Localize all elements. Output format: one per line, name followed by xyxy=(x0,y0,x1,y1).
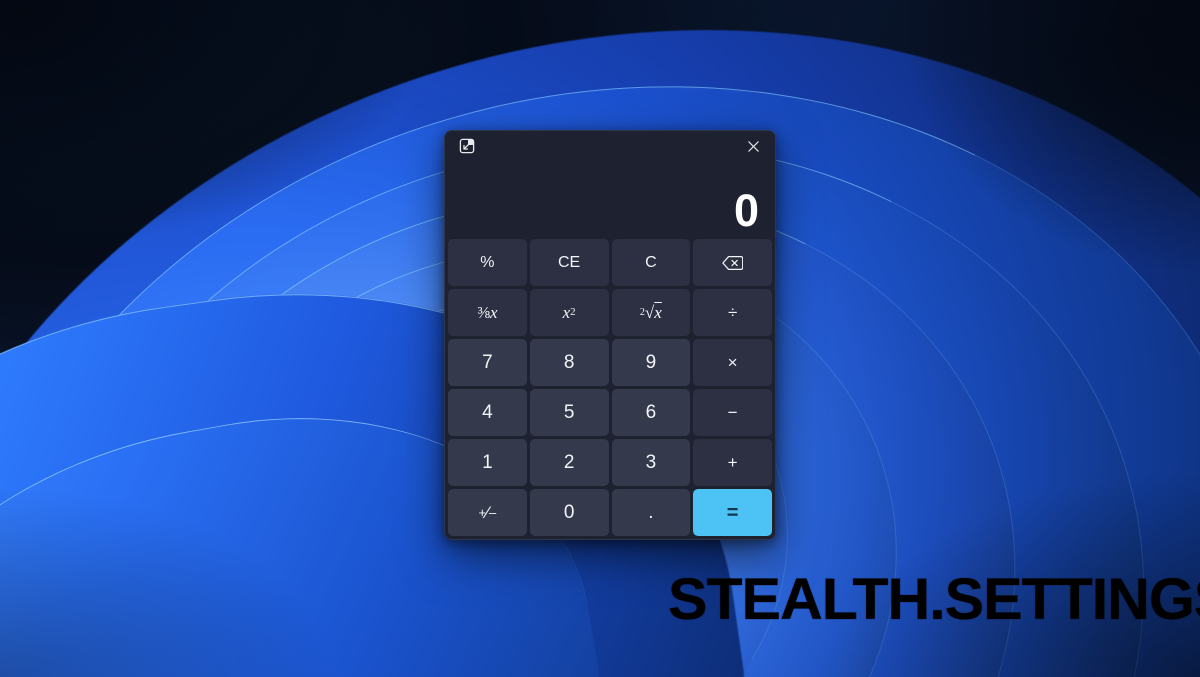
key-one[interactable]: 1 xyxy=(448,439,527,486)
key-four[interactable]: 4 xyxy=(448,389,527,436)
calculator-keypad[interactable]: % CE C ⅜x x2 2 √ x ÷ 7 8 9 × 4 5 6 − 1 2… xyxy=(445,239,775,539)
backspace-icon[interactable] xyxy=(693,239,772,286)
key-sqrt-radical: √ xyxy=(644,303,655,322)
key-square-label: x xyxy=(562,303,571,322)
key-negate[interactable]: + ⁄ – xyxy=(448,489,527,536)
watermark-text: STEALTH.SETTINGS xyxy=(668,567,1200,632)
display-value: 0 xyxy=(733,185,759,236)
key-divide[interactable]: ÷ xyxy=(693,289,772,336)
key-equals[interactable]: = xyxy=(693,489,772,536)
keep-on-top-icon[interactable] xyxy=(453,134,481,158)
key-six[interactable]: 6 xyxy=(611,389,691,436)
key-negate-plus: + xyxy=(478,505,487,520)
key-negate-minus: – xyxy=(488,505,497,520)
key-clear-entry[interactable]: CE xyxy=(529,239,609,286)
key-sqrt-x: x xyxy=(654,303,662,322)
key-clear[interactable]: C xyxy=(611,239,691,286)
key-zero[interactable]: 0 xyxy=(529,489,609,536)
calculator-display: 0 xyxy=(445,161,775,239)
calculator-window[interactable]: 0 % CE C ⅜x x2 2 √ x ÷ 7 8 9 × 4 5 6 − 1… xyxy=(444,130,776,540)
key-reciprocal-x: x xyxy=(489,303,498,322)
calculator-titlebar[interactable] xyxy=(445,131,775,161)
key-reciprocal[interactable]: ⅜x xyxy=(448,289,527,336)
desktop: STEALTH.SETTINGS 0 % CE C ⅜ x x 2 2 √ x … xyxy=(0,0,1200,677)
key-decimal[interactable]: . xyxy=(611,489,691,536)
key-two[interactable]: 2 xyxy=(529,439,609,486)
key-square-exponent: 2 xyxy=(570,306,576,318)
key-square[interactable]: x2 xyxy=(529,289,609,336)
key-reciprocal-label: ⅜ xyxy=(477,303,490,322)
close-icon[interactable] xyxy=(731,131,775,161)
key-add[interactable]: + xyxy=(693,439,772,486)
key-multiply[interactable]: × xyxy=(693,339,772,386)
key-five[interactable]: 5 xyxy=(529,389,609,436)
key-three[interactable]: 3 xyxy=(611,439,691,486)
key-subtract[interactable]: − xyxy=(693,389,772,436)
key-nine[interactable]: 9 xyxy=(611,339,691,386)
key-eight[interactable]: 8 xyxy=(529,339,609,386)
key-square-root[interactable]: 2 √ x xyxy=(611,289,691,336)
key-seven[interactable]: 7 xyxy=(448,339,527,386)
key-percent[interactable]: % xyxy=(448,239,527,286)
